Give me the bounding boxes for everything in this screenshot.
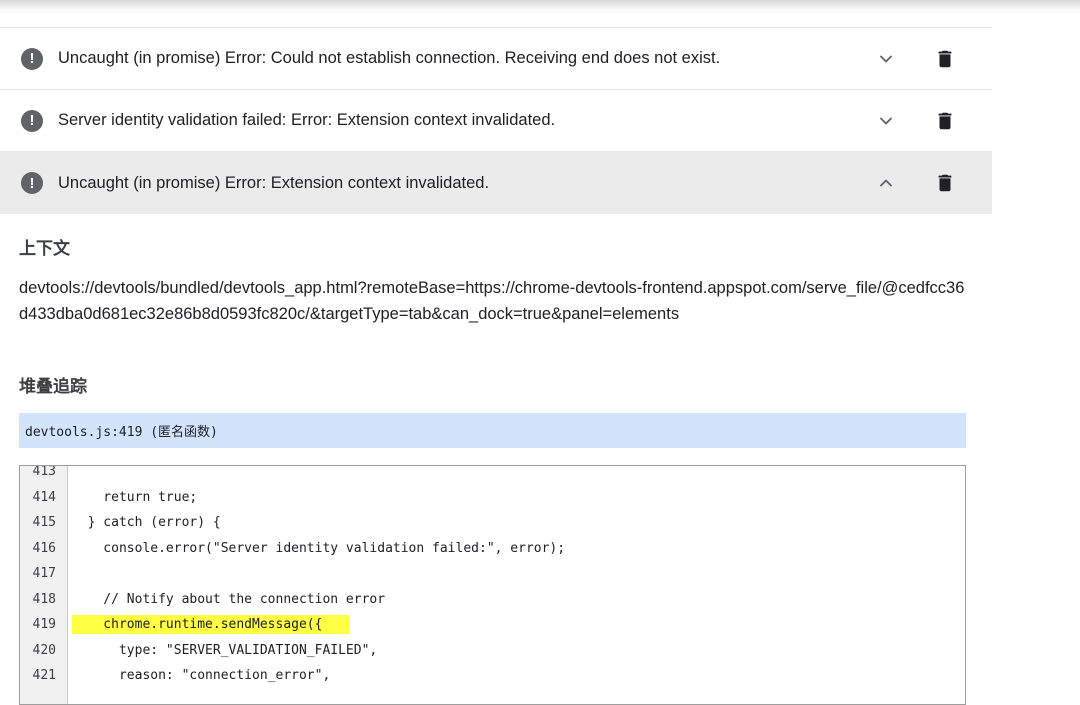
code-text: reason: "connection_error", bbox=[72, 668, 331, 683]
code-line: 421 reason: "connection_error", bbox=[20, 663, 965, 689]
code-line: 413 bbox=[20, 465, 965, 485]
stack-trace-heading: 堆叠追踪 bbox=[19, 377, 87, 396]
code-line: 416 console.error("Server identity valid… bbox=[20, 536, 965, 562]
error-item-selected[interactable]: ! Uncaught (in promise) Error: Extension… bbox=[0, 152, 992, 214]
chevron-down-icon[interactable] bbox=[876, 49, 896, 69]
code-line: 419 chrome.runtime.sendMessage({ bbox=[20, 612, 965, 638]
line-number: 417 bbox=[32, 566, 56, 581]
error-item[interactable]: ! Server identity validation failed: Err… bbox=[0, 90, 992, 152]
code-text: } catch (error) { bbox=[72, 515, 221, 530]
line-number: 419 bbox=[32, 617, 56, 632]
stack-frame-label: devtools.js:419 (匿名函数) bbox=[25, 425, 218, 440]
delete-icon[interactable] bbox=[934, 172, 956, 194]
error-exclamation-icon: ! bbox=[21, 109, 43, 132]
code-line: 414 return true; bbox=[20, 485, 965, 511]
error-item[interactable]: ! Uncaught (in promise) Error: Could not… bbox=[0, 28, 992, 90]
line-number: 418 bbox=[32, 591, 56, 607]
context-heading: 上下文 bbox=[19, 239, 70, 258]
line-number: 414 bbox=[32, 489, 56, 505]
error-list: ! Uncaught (in promise) Error: Could not… bbox=[0, 28, 992, 214]
error-message: Uncaught (in promise) Error: Extension c… bbox=[58, 173, 490, 192]
code-text: chrome.runtime.sendMessage({ bbox=[72, 617, 323, 632]
delete-icon[interactable] bbox=[934, 48, 956, 70]
code-text: // Notify about the connection error bbox=[72, 591, 386, 607]
code-line: 415 } catch (error) { bbox=[20, 510, 965, 536]
code-line: 418 // Notify about the connection error bbox=[20, 587, 965, 613]
line-number: 421 bbox=[32, 668, 56, 683]
line-number: 420 bbox=[32, 642, 56, 658]
delete-icon[interactable] bbox=[934, 110, 956, 132]
code-line: 417 bbox=[20, 561, 965, 587]
code-text: type: "SERVER_VALIDATION_FAILED", bbox=[72, 642, 378, 658]
code-line: 420 type: "SERVER_VALIDATION_FAILED", bbox=[20, 638, 965, 664]
error-message: Uncaught (in promise) Error: Could not e… bbox=[58, 49, 721, 67]
window-top-shadow bbox=[0, 0, 1080, 14]
error-exclamation-icon: ! bbox=[21, 47, 43, 70]
stack-frame[interactable]: devtools.js:419 (匿名函数) bbox=[19, 413, 966, 448]
line-number: 416 bbox=[32, 540, 56, 556]
error-exclamation-icon: ! bbox=[21, 172, 43, 194]
line-number: 415 bbox=[32, 515, 56, 530]
chevron-up-icon[interactable] bbox=[876, 173, 896, 193]
error-message: Server identity validation failed: Error… bbox=[58, 111, 556, 129]
line-number: 413 bbox=[32, 465, 56, 479]
source-code-viewer[interactable]: 413 414 return true; 415 } catch (error) {… bbox=[19, 465, 966, 705]
chevron-down-icon[interactable] bbox=[876, 111, 896, 131]
code-text: return true; bbox=[72, 489, 198, 505]
code-text: console.error("Server identity validatio… bbox=[72, 540, 566, 556]
context-url: devtools://devtools/bundled/devtools_app… bbox=[19, 279, 965, 323]
